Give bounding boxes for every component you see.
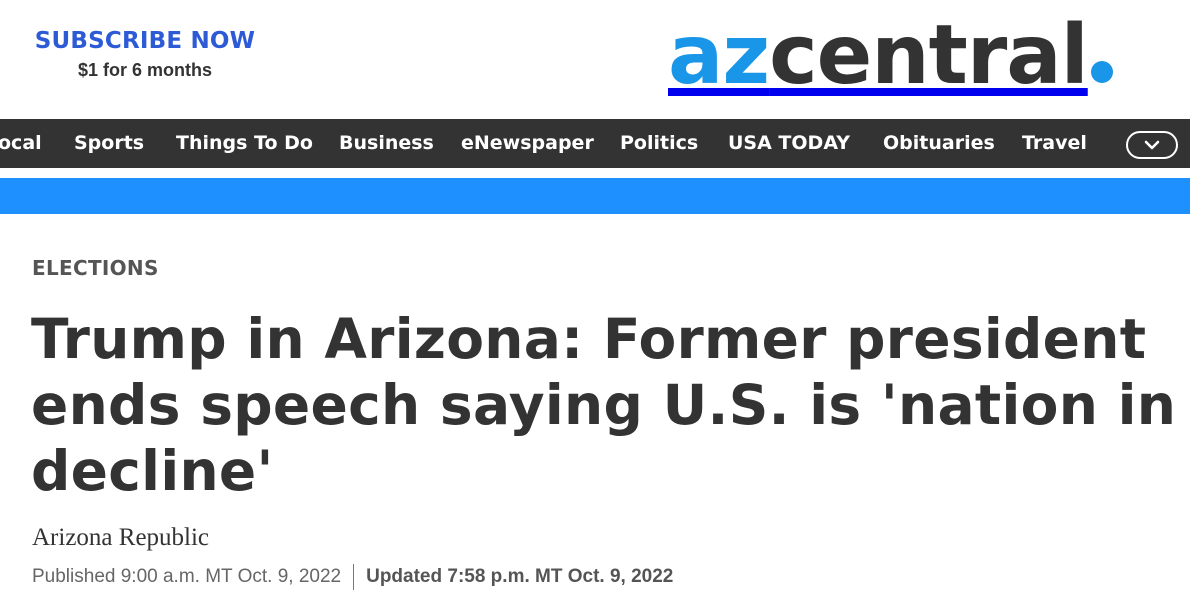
article-dateline: Published 9:00 a.m. MT Oct. 9, 2022 Upda… (32, 564, 673, 590)
published-date: Published 9:00 a.m. MT Oct. 9, 2022 (32, 566, 342, 587)
nav-item-politics[interactable]: Politics (620, 119, 698, 168)
subscribe-offer: $1 for 6 months (77, 60, 213, 80)
site-header: SUBSCRIBE NOW $1 for 6 months azcentral (0, 0, 1190, 118)
logo-prefix: az (668, 8, 770, 103)
article-category[interactable]: ELECTIONS (32, 254, 159, 282)
subscribe-title: SUBSCRIBE NOW (34, 28, 256, 54)
nav-item-local[interactable]: ocal (0, 119, 42, 168)
azcentral-logo[interactable]: azcentral (668, 6, 1113, 106)
logo-suffix: central (769, 8, 1089, 103)
nav-item-usa-today[interactable]: USA TODAY (728, 119, 850, 168)
nav-more-button[interactable] (1126, 131, 1178, 159)
nav-item-enewspaper[interactable]: eNewspaper (461, 119, 594, 168)
article-byline: Arizona Republic (32, 524, 210, 551)
article-headline: Trump in Arizona: Former president ends … (31, 307, 1177, 503)
updated-date: Updated 7:58 p.m. MT Oct. 9, 2022 (366, 566, 674, 587)
chevron-down-icon (1144, 140, 1160, 150)
nav-item-things-to-do[interactable]: Things To Do (176, 119, 313, 168)
nav-item-obituaries[interactable]: Obituaries (883, 119, 995, 168)
main-nav: ocal Sports Things To Do Business eNewsp… (0, 119, 1190, 168)
nav-item-sports[interactable]: Sports (74, 119, 144, 168)
dateline-divider (353, 564, 355, 590)
nav-item-business[interactable]: Business (339, 119, 434, 168)
logo-dot-icon (1090, 61, 1113, 83)
nav-item-travel[interactable]: Travel (1022, 119, 1087, 168)
promo-band (0, 178, 1190, 214)
subscribe-link[interactable]: SUBSCRIBE NOW $1 for 6 months (25, 26, 265, 82)
